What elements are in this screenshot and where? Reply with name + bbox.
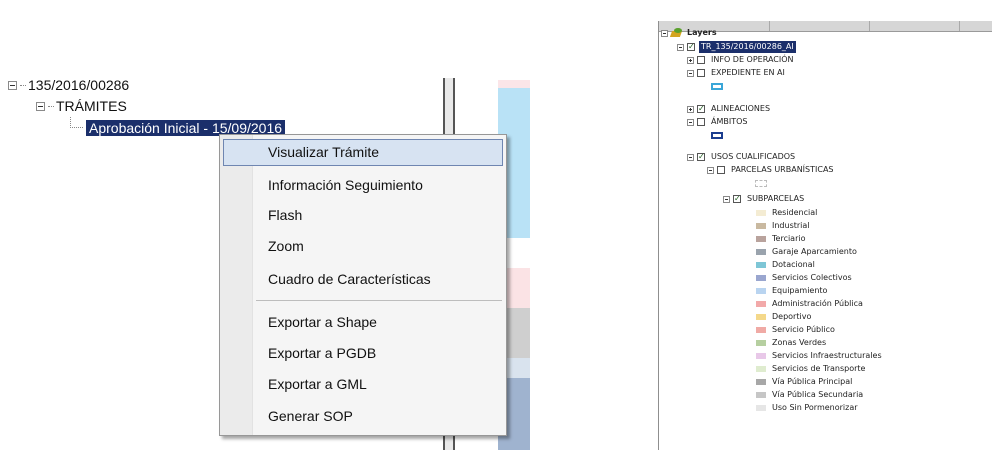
layer-label[interactable]: EXPEDIENTE EN AI <box>711 67 785 79</box>
legend-swatch <box>756 366 766 372</box>
menu-item-informacion-seguimiento[interactable]: Información Seguimiento <box>223 172 503 199</box>
collapse-icon[interactable] <box>677 44 684 51</box>
legend-swatch <box>756 210 766 216</box>
menu-separator <box>256 300 502 301</box>
legend-swatch <box>756 301 766 307</box>
layer-checkbox[interactable] <box>717 166 725 174</box>
context-menu: Visualizar Trámite Información Seguimien… <box>219 134 507 436</box>
layer-checkbox[interactable] <box>697 69 705 77</box>
tree-connector <box>20 84 26 86</box>
legend-swatch <box>756 340 766 346</box>
layers-root[interactable]: Layers <box>661 27 861 39</box>
layers-toc-panel: Layers ✓ TR_135/2016/00286_AI INFO DE OP… <box>658 21 992 450</box>
tree-node-label[interactable]: TRÁMITES <box>56 98 127 114</box>
layer-label[interactable]: USOS CUALIFICADOS <box>711 151 795 163</box>
legend-item: Vía Pública Principal <box>756 376 976 388</box>
legend-swatch <box>756 236 766 242</box>
legend-item: Garaje Aparcamiento <box>756 246 976 258</box>
collapse-icon[interactable] <box>8 80 17 90</box>
menu-item-cuadro-caracteristicas[interactable]: Cuadro de Características <box>223 266 503 293</box>
layer-label[interactable]: ALINEACIONES <box>711 103 770 115</box>
layer-ambitos[interactable]: ÁMBITOS <box>687 116 907 128</box>
layer-alineaciones[interactable]: ✓ ALINEACIONES <box>687 103 907 115</box>
legend-item: Residencial <box>756 207 976 219</box>
legend-item: Equipamiento <box>756 285 976 297</box>
layer-checkbox[interactable] <box>697 118 705 126</box>
layer-info-operacion[interactable]: INFO DE OPERACIÓN <box>687 54 907 66</box>
layers-icon <box>671 28 683 38</box>
layer-label[interactable]: SUBPARCELAS <box>747 193 804 205</box>
collapse-icon[interactable] <box>723 196 730 203</box>
menu-item-visualizar-tramite[interactable]: Visualizar Trámite <box>223 139 503 166</box>
expand-icon[interactable] <box>687 106 694 113</box>
legend-item: Zonas Verdes <box>756 337 976 349</box>
tree-node-tramites[interactable]: TRÁMITES <box>36 98 127 114</box>
legend-swatch <box>756 262 766 268</box>
polygon-symbol <box>711 83 723 90</box>
layer-tr-aprobacion[interactable]: ✓ TR_135/2016/00286_AI <box>677 41 877 53</box>
tree-connector <box>70 117 83 128</box>
tree-node-expediente[interactable]: 135/2016/00286 <box>8 77 129 93</box>
layer-parcelas-urbanisticas[interactable]: PARCELAS URBANÍSTICAS <box>707 164 927 176</box>
expand-icon[interactable] <box>687 57 694 64</box>
layer-label[interactable]: INFO DE OPERACIÓN <box>711 54 794 66</box>
legend-item: Industrial <box>756 220 976 232</box>
legend-swatch <box>756 223 766 229</box>
legend-swatch <box>756 327 766 333</box>
collapse-icon[interactable] <box>687 119 694 126</box>
menu-item-exportar-gml[interactable]: Exportar a GML <box>223 371 503 398</box>
layer-subparcelas[interactable]: ✓ SUBPARCELAS <box>723 193 943 205</box>
legend-swatch <box>756 249 766 255</box>
collapse-icon[interactable] <box>687 70 694 77</box>
legend-swatch <box>756 275 766 281</box>
layers-title: Layers <box>687 28 717 37</box>
collapse-icon[interactable] <box>36 101 45 111</box>
legend-item: Servicio Público <box>756 324 976 336</box>
collapse-icon[interactable] <box>661 30 668 37</box>
menu-item-flash[interactable]: Flash <box>223 202 503 229</box>
legend-swatch <box>756 288 766 294</box>
polygon-symbol <box>711 132 723 139</box>
legend-swatch <box>756 392 766 398</box>
layer-usos-cualificados[interactable]: ✓ USOS CUALIFICADOS <box>687 151 907 163</box>
legend-swatch <box>756 353 766 359</box>
layer-checkbox[interactable]: ✓ <box>733 195 741 203</box>
layer-checkbox[interactable]: ✓ <box>687 43 695 51</box>
legend-swatch <box>756 405 766 411</box>
legend-swatch <box>756 314 766 320</box>
legend-item: Servicios de Transporte <box>756 363 976 375</box>
collapse-icon[interactable] <box>687 154 694 161</box>
legend-item: Vía Pública Secundaria <box>756 389 976 401</box>
layer-label[interactable]: ÁMBITOS <box>711 116 747 128</box>
polygon-symbol <box>755 180 767 187</box>
menu-item-generar-sop[interactable]: Generar SOP <box>223 403 503 430</box>
menu-item-zoom[interactable]: Zoom <box>223 233 503 260</box>
legend-item: Servicios Colectivos <box>756 272 976 284</box>
layer-checkbox[interactable] <box>697 56 705 64</box>
legend-item: Administración Pública <box>756 298 976 310</box>
tree-node-label[interactable]: 135/2016/00286 <box>28 77 129 93</box>
legend-item: Deportivo <box>756 311 976 323</box>
menu-item-exportar-pgdb[interactable]: Exportar a PGDB <box>223 340 503 367</box>
legend-item: Terciario <box>756 233 976 245</box>
legend-swatch <box>756 379 766 385</box>
layer-label[interactable]: PARCELAS URBANÍSTICAS <box>731 164 834 176</box>
tree-connector <box>48 105 54 107</box>
legend-item: Uso Sin Pormenorizar <box>756 402 976 414</box>
layer-label[interactable]: TR_135/2016/00286_AI <box>699 41 796 53</box>
layer-checkbox[interactable]: ✓ <box>697 153 705 161</box>
collapse-icon[interactable] <box>707 167 714 174</box>
tree-panel: 135/2016/00286 TRÁMITES Aprobación Inici… <box>0 0 530 450</box>
menu-item-exportar-shape[interactable]: Exportar a Shape <box>223 309 503 336</box>
layer-checkbox[interactable]: ✓ <box>697 105 705 113</box>
legend-item: Dotacional <box>756 259 976 271</box>
legend-item: Servicios Infraestructurales <box>756 350 976 362</box>
layer-expediente-ai[interactable]: EXPEDIENTE EN AI <box>687 67 907 79</box>
